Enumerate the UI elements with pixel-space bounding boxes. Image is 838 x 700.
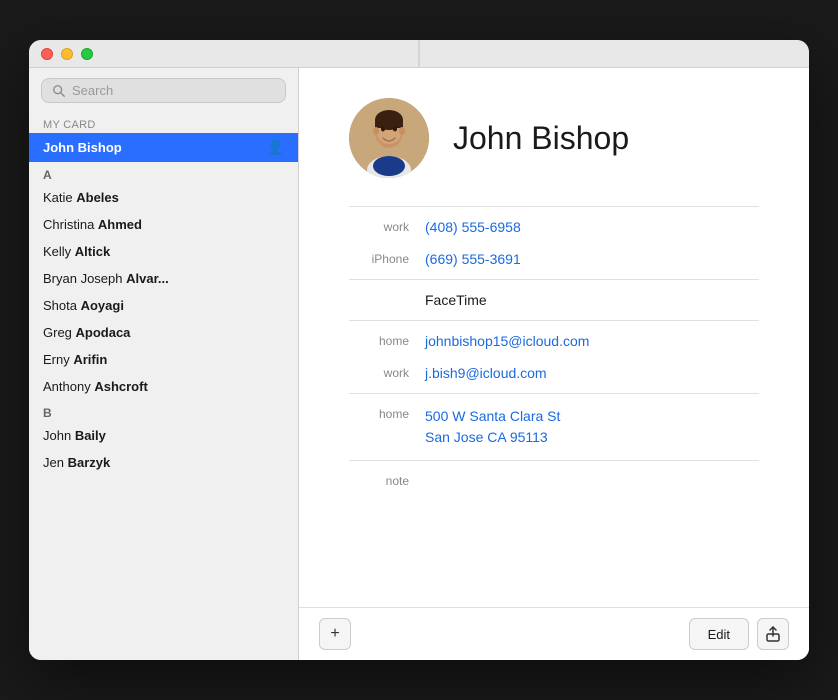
contact-item-jen-barzyk[interactable]: Jen Barzyk	[29, 449, 298, 476]
close-button[interactable]	[41, 48, 53, 60]
field-label-address: home	[349, 406, 409, 421]
field-row-note: note	[349, 465, 759, 496]
minimize-button[interactable]	[61, 48, 73, 60]
search-box	[41, 78, 286, 103]
sidebar-resizer[interactable]	[419, 40, 420, 67]
search-icon	[52, 84, 66, 98]
contact-item-kelly-altick[interactable]: Kelly Altick	[29, 238, 298, 265]
divider-3	[349, 320, 759, 321]
field-value-iphone[interactable]: (669) 555-3691	[425, 251, 759, 267]
avatar-image	[349, 98, 429, 178]
contact-name: Greg Apodaca	[43, 325, 130, 340]
field-row-iphone: iPhone (669) 555-3691	[349, 243, 759, 275]
section-header-b: B	[29, 400, 298, 422]
facetime-value[interactable]: FaceTime	[425, 292, 487, 308]
search-container	[29, 68, 298, 113]
contact-item-katie-abeles[interactable]: Katie Abeles	[29, 184, 298, 211]
sidebar: My Card John Bishop 👤 A Katie Abeles Chr…	[29, 68, 299, 660]
contact-name-john-bishop: John Bishop	[43, 140, 122, 155]
contact-header: John Bishop	[349, 98, 759, 178]
field-row-address: home 500 W Santa Clara StSan Jose CA 951…	[349, 398, 759, 456]
contact-item-john-baily[interactable]: John Baily	[29, 422, 298, 449]
field-value-address[interactable]: 500 W Santa Clara StSan Jose CA 95113	[425, 406, 759, 448]
share-button[interactable]	[757, 618, 789, 650]
field-row-home-email: home johnbishop15@icloud.com	[349, 325, 759, 357]
main-window: My Card John Bishop 👤 A Katie Abeles Chr…	[29, 40, 809, 660]
contact-name: Bryan Joseph Alvar...	[43, 271, 169, 286]
field-label-work-phone: work	[349, 219, 409, 234]
contact-item-anthony-ashcroft[interactable]: Anthony Ashcroft	[29, 373, 298, 400]
field-label-note: note	[349, 473, 409, 488]
contact-full-name: John Bishop	[453, 120, 629, 157]
bottom-left-actions: +	[319, 618, 351, 650]
contact-item-erny-arifin[interactable]: Erny Arifin	[29, 346, 298, 373]
titlebar	[29, 40, 809, 68]
contact-detail: John Bishop work (408) 555-6958 iPhone (…	[299, 68, 809, 607]
contact-name: Erny Arifin	[43, 352, 107, 367]
share-icon	[765, 626, 781, 642]
main-panel: John Bishop work (408) 555-6958 iPhone (…	[299, 68, 809, 660]
contacts-list: My Card John Bishop 👤 A Katie Abeles Chr…	[29, 113, 298, 660]
divider-5	[349, 460, 759, 461]
contact-name: Katie Abeles	[43, 190, 119, 205]
me-icon: 👤	[267, 139, 284, 156]
field-row-work-phone: work (408) 555-6958	[349, 211, 759, 243]
field-value-work-phone[interactable]: (408) 555-6958	[425, 219, 759, 235]
avatar	[349, 98, 429, 178]
field-label-iphone: iPhone	[349, 251, 409, 266]
divider-4	[349, 393, 759, 394]
field-label-home-email: home	[349, 333, 409, 348]
contact-name: John Baily	[43, 428, 106, 443]
maximize-button[interactable]	[81, 48, 93, 60]
bottom-bar: + Edit	[299, 607, 809, 660]
contact-item-shota-aoyagi[interactable]: Shota Aoyagi	[29, 292, 298, 319]
contact-name: Christina Ahmed	[43, 217, 142, 232]
contact-name: Kelly Altick	[43, 244, 110, 259]
section-header-a: A	[29, 162, 298, 184]
divider-2	[349, 279, 759, 280]
search-input[interactable]	[72, 83, 275, 98]
add-contact-button[interactable]: +	[319, 618, 351, 650]
contact-name: Anthony Ashcroft	[43, 379, 148, 394]
contact-item-bryan-alvar[interactable]: Bryan Joseph Alvar...	[29, 265, 298, 292]
divider-1	[349, 206, 759, 207]
contact-item-john-bishop[interactable]: John Bishop 👤	[29, 133, 298, 162]
field-value-work-email[interactable]: j.bish9@icloud.com	[425, 365, 759, 381]
field-label-work-email: work	[349, 365, 409, 380]
content-area: My Card John Bishop 👤 A Katie Abeles Chr…	[29, 68, 809, 660]
field-value-home-email[interactable]: johnbishop15@icloud.com	[425, 333, 759, 349]
bottom-right-actions: Edit	[689, 618, 789, 650]
contact-name: Jen Barzyk	[43, 455, 110, 470]
edit-button[interactable]: Edit	[689, 618, 749, 650]
facetime-row: FaceTime	[349, 284, 759, 316]
contact-item-christina-ahmed[interactable]: Christina Ahmed	[29, 211, 298, 238]
contact-item-greg-apodaca[interactable]: Greg Apodaca	[29, 319, 298, 346]
contact-name: Shota Aoyagi	[43, 298, 124, 313]
my-card-section-label: My Card	[29, 113, 298, 133]
field-row-work-email: work j.bish9@icloud.com	[349, 357, 759, 389]
